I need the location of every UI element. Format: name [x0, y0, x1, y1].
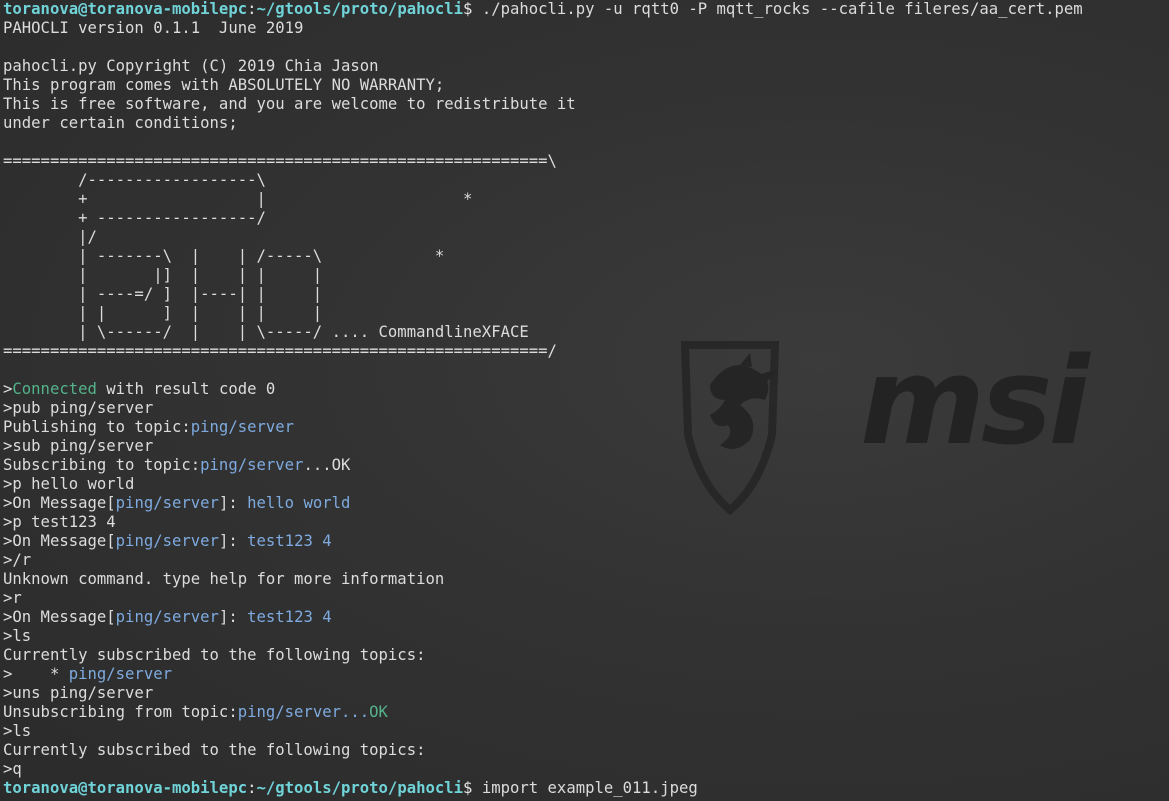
prompt-symbol: $	[463, 779, 482, 797]
input-line: >pub ping/server	[3, 399, 154, 417]
prompt-user-host: toranova@toranova-mobilepc	[3, 0, 248, 18]
ascii-art-line: + | *	[3, 190, 473, 208]
message-payload: hello world	[247, 494, 351, 512]
output-text: ...OK	[303, 456, 351, 474]
output-text: >On Message[	[3, 494, 116, 512]
banner-line: pahocli.py Copyright (C) 2019 Chia Jason	[3, 57, 379, 75]
output-message: >On Message[ping/server]: test123 4	[3, 532, 1169, 551]
banner-line	[3, 38, 1169, 57]
topic-name: ping/server	[190, 418, 295, 436]
output-text: >On Message[	[3, 532, 116, 550]
command-text: ./pahocli.py -u rqtt0 -P mqtt_rocks --ca…	[481, 0, 1083, 18]
output-message: >On Message[ping/server]: test123 4	[3, 608, 1169, 627]
topic-name: ping/server	[115, 494, 219, 512]
input-line: >uns ping/server	[3, 684, 154, 702]
input-line: >sub ping/server	[3, 437, 154, 455]
command-text: import example_011.jpeg	[481, 779, 698, 797]
output-text: Unsubscribing from topic:	[3, 703, 238, 721]
banner-line: under certain conditions;	[3, 114, 238, 132]
prompt-symbol: $	[463, 0, 482, 18]
output-topic-list-item: > * ping/server	[3, 665, 1169, 684]
banner-line	[3, 361, 1169, 380]
connected-word: Connected	[12, 380, 97, 398]
output-text: >On Message[	[3, 608, 116, 626]
input-line: >/r	[3, 551, 32, 569]
output-text: ]:	[218, 532, 248, 550]
output-text: Subscribing to topic:	[3, 456, 201, 474]
input-line: >r	[3, 589, 22, 607]
output-subscribing: Subscribing to topic:ping/server...OK	[3, 456, 1169, 475]
ascii-art-line: | | ] | | | |	[3, 304, 323, 322]
output-connected: >Connected with result code 0	[3, 380, 1169, 399]
ok-status: OK	[369, 703, 388, 721]
output-publishing: Publishing to topic:ping/server	[3, 418, 1169, 437]
ascii-art-line: + -----------------/	[3, 209, 266, 227]
ascii-art-line: ========================================…	[3, 342, 557, 360]
output-subscribed-header: Currently subscribed to the following to…	[3, 741, 426, 759]
ascii-art-line: | -------\ | | /-----\ *	[3, 247, 445, 265]
ascii-art-line: |/	[3, 228, 97, 246]
output-text: Publishing to topic:	[3, 418, 191, 436]
message-payload: test123 4	[247, 608, 332, 626]
input-line: >ls	[3, 627, 32, 645]
topic-name: ping/server	[115, 608, 219, 626]
ascii-art-line: | \------/ | | \-----/ .... CommandlineX…	[3, 323, 529, 341]
terminal-window[interactable]: toranova@toranova-mobilepc:~/gtools/prot…	[3, 0, 1169, 801]
output-text: ...	[341, 703, 370, 721]
ascii-art-line: | |] | | | |	[3, 266, 323, 284]
output-text: > *	[3, 665, 69, 683]
prompt-line-last[interactable]: toranova@toranova-mobilepc:~/gtools/prot…	[3, 779, 1169, 798]
ascii-art-line: /------------------\	[3, 171, 266, 189]
prompt-line-first: toranova@toranova-mobilepc:~/gtools/prot…	[3, 0, 1169, 19]
prompt-path: ~/gtools/proto/pahocli	[256, 779, 464, 797]
input-line: >p hello world	[3, 475, 135, 493]
banner-line: PAHOCLI version 0.1.1 June 2019	[3, 19, 304, 37]
output-text: ]:	[218, 494, 248, 512]
output-text: >	[3, 380, 13, 398]
output-subscribed-header: Currently subscribed to the following to…	[3, 646, 426, 664]
message-payload: test123 4	[247, 532, 332, 550]
topic-name: ping/server	[200, 456, 304, 474]
topic-name: ping/server	[68, 665, 172, 683]
prompt-colon: :	[247, 0, 257, 18]
output-text: ]:	[218, 608, 248, 626]
prompt-user-host: toranova@toranova-mobilepc	[3, 779, 248, 797]
ascii-art-line: ========================================…	[3, 152, 557, 170]
topic-name: ping/server	[115, 532, 219, 550]
input-line: >p test123 4	[3, 513, 116, 531]
banner-line: This program comes with ABSOLUTELY NO WA…	[3, 76, 445, 94]
output-unsubscribing: Unsubscribing from topic:ping/server...O…	[3, 703, 1169, 722]
prompt-path: ~/gtools/proto/pahocli	[256, 0, 464, 18]
prompt-colon: :	[247, 779, 257, 797]
output-message: >On Message[ping/server]: hello world	[3, 494, 1169, 513]
ascii-art-line: | ----=/ ] |----| | |	[3, 285, 323, 303]
banner-line: This is free software, and you are welco…	[3, 95, 576, 113]
topic-name: ping/server	[237, 703, 341, 721]
input-line: >ls	[3, 722, 32, 740]
output-error: Unknown command. type help for more info…	[3, 570, 445, 588]
input-line: >q	[3, 760, 22, 778]
output-text: with result code 0	[96, 380, 276, 398]
banner-line	[3, 133, 1169, 152]
